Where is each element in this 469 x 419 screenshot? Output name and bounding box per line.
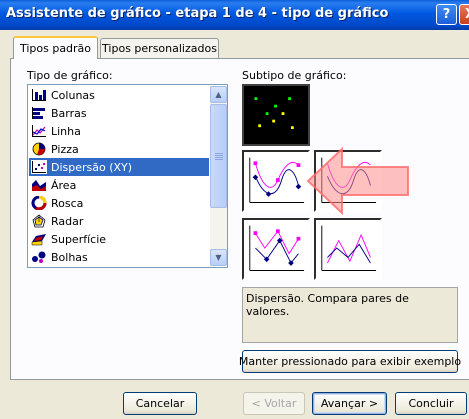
list-item-label: Dispersão (XY) [51, 160, 133, 174]
subtype-label: Subtipo de gráfico: [242, 69, 347, 82]
list-item[interactable]: Colunas [29, 86, 209, 104]
radar-chart-icon [32, 214, 46, 228]
subtype-scatter-lines-markers[interactable] [242, 218, 310, 280]
preview-sample-label: Manter pressionado para exibir exemplo [238, 355, 462, 368]
list-item[interactable]: Área [29, 176, 209, 194]
list-item[interactable]: Superfície [29, 230, 209, 248]
window-title: Assistente de gráfico - etapa 1 de 4 - t… [6, 6, 389, 21]
list-item[interactable]: Radar [29, 212, 209, 230]
line-chart-icon [32, 125, 46, 137]
cancel-button[interactable]: Cancelar [123, 392, 197, 415]
chart-wizard-dialog: Assistente de gráfico - etapa 1 de 4 - t… [0, 0, 469, 419]
scroll-down-icon[interactable]: ▼ [210, 249, 227, 266]
list-item-label: Pizza [51, 142, 79, 156]
help-button[interactable]: ? [436, 4, 457, 25]
scatter-chart-icon [31, 160, 47, 174]
pie-chart-icon [32, 142, 46, 156]
surface-chart-icon [31, 234, 46, 246]
list-item-label: Área [51, 178, 77, 192]
list-item-label: Linha [51, 124, 81, 138]
next-button[interactable]: Avançar > [312, 392, 387, 415]
bubble-chart-icon [32, 251, 46, 263]
straight-lines-markers-icon [249, 225, 305, 271]
chart-type-label: Tipo de gráfico: [27, 69, 113, 82]
list-item[interactable]: Pizza [29, 140, 209, 158]
area-chart-icon [32, 180, 46, 191]
scroll-up-icon[interactable]: ▲ [210, 86, 227, 103]
chart-type-scrollbar[interactable]: ▲ ▼ [210, 86, 227, 266]
subtype-description: Dispersão. Compara pares de valores. [242, 287, 458, 343]
list-item[interactable]: Bolhas [29, 248, 209, 266]
list-item-label: Superfície [51, 232, 107, 246]
list-item[interactable]: Linha [29, 122, 209, 140]
subtype-scatter-markers[interactable] [242, 84, 310, 146]
highlight-arrow-icon [306, 147, 409, 215]
column-chart-icon [32, 89, 46, 101]
tab-standard-types[interactable]: Tipos padrão [13, 36, 98, 59]
tab-custom-types[interactable]: Tipos personalizados [100, 38, 219, 58]
back-button[interactable]: < Voltar [243, 392, 305, 415]
doughnut-chart-icon [31, 196, 47, 210]
bar-chart-icon [32, 107, 45, 119]
preview-sample-button[interactable]: Manter pressionado para exibir exemplo [238, 350, 462, 373]
subtype-scatter-smoothed-markers[interactable] [242, 150, 310, 212]
list-item-label: Radar [51, 214, 84, 228]
close-button[interactable]: X [459, 4, 469, 25]
smoothed-lines-markers-icon [249, 157, 305, 203]
chart-type-list[interactable]: Colunas Barras Linha Pizza Dispersão (XY… [27, 84, 228, 268]
scrollbar-thumb[interactable] [210, 104, 227, 208]
list-item-selected[interactable]: Dispersão (XY) [29, 158, 209, 176]
list-item-label: Rosca [51, 196, 84, 210]
straight-lines-icon [321, 225, 377, 271]
list-item-label: Bolhas [51, 250, 88, 264]
scatter-markers-icon [254, 97, 294, 130]
list-item-label: Barras [51, 106, 87, 120]
finish-button[interactable]: Concluir [395, 392, 467, 415]
title-bar: Assistente de gráfico - etapa 1 de 4 - t… [0, 0, 469, 30]
list-item[interactable]: Rosca [29, 194, 209, 212]
subtype-scatter-lines[interactable] [314, 218, 382, 280]
list-item-label: Colunas [51, 88, 95, 102]
list-item[interactable]: Barras [29, 104, 209, 122]
